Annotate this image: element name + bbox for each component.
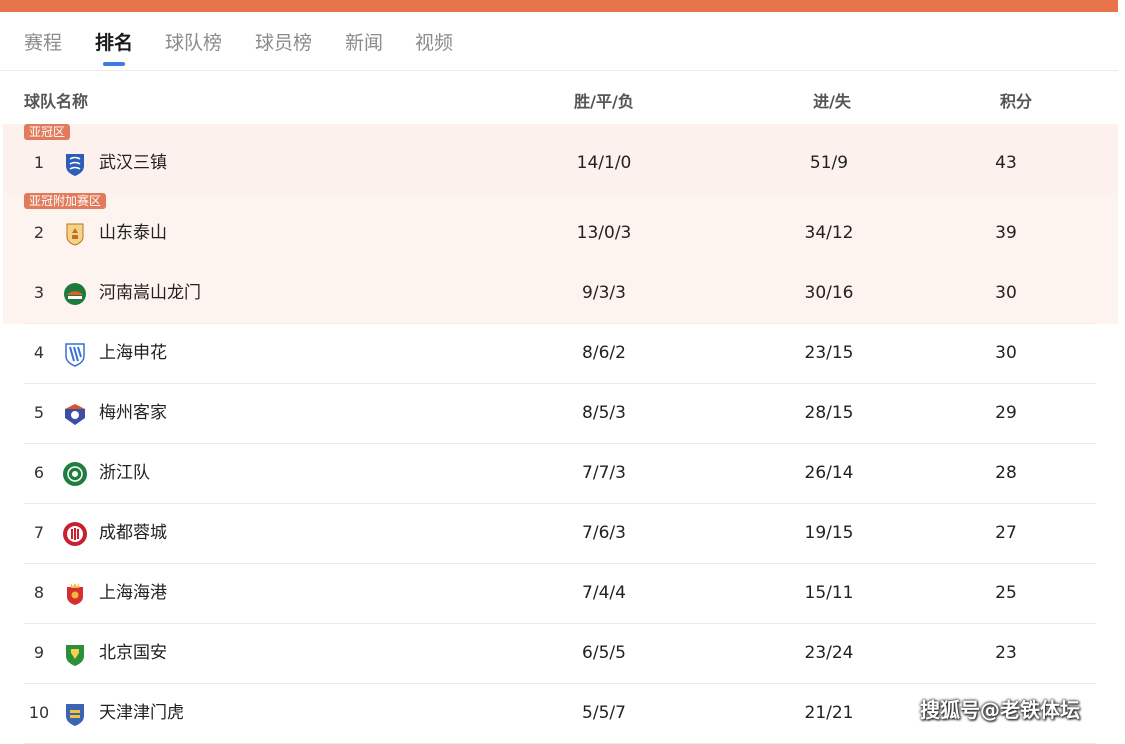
goals-for-against: 51/9: [809, 153, 849, 173]
chengdu-rongcheng-logo-icon: [62, 521, 88, 547]
top-accent-bar: [0, 0, 1118, 12]
goals-for-against: 23/15: [804, 343, 854, 363]
points: 27: [995, 523, 1017, 543]
points: 39: [995, 223, 1017, 243]
table-row[interactable]: 9 北京国安 6/5/5 23/24 23: [24, 623, 1096, 684]
team-name[interactable]: 上海海港: [99, 563, 167, 623]
win-draw-loss: 5/5/7: [582, 703, 626, 723]
goals-for-against: 26/14: [804, 463, 854, 483]
goals-for-against: 28/15: [804, 403, 854, 423]
team-name[interactable]: 河南嵩山龙门: [99, 263, 201, 323]
tab-video[interactable]: 视频: [415, 28, 453, 55]
rank-number: 8: [33, 583, 45, 602]
team-name[interactable]: 天津津门虎: [99, 683, 184, 743]
tab-team-rankings[interactable]: 球队榜: [165, 28, 222, 55]
header-team: 球队名称: [24, 92, 89, 111]
table-row[interactable]: 8 上海海港 7/4/4 15/11 25: [24, 563, 1096, 624]
win-draw-loss: 9/3/3: [582, 283, 626, 303]
shandong-taishan-logo-icon: [62, 221, 88, 247]
rank-number: 4: [33, 343, 45, 362]
active-tab-indicator: [103, 62, 125, 66]
table-row[interactable]: 1 武汉三镇 14/1/0 51/9 43: [24, 133, 1096, 193]
goals-for-against: 21/21: [804, 703, 854, 723]
tab-player-rankings[interactable]: 球员榜: [255, 28, 312, 55]
goals-for-against: 15/11: [804, 583, 854, 603]
table-header: 球队名称 胜/平/负 进/失 积分: [0, 72, 1118, 124]
rank-number: 10: [28, 703, 50, 722]
win-draw-loss: 7/6/3: [582, 523, 626, 543]
tianjin-jinmen-tiger-logo-icon: [62, 701, 88, 727]
points: 25: [995, 583, 1017, 603]
win-draw-loss: 6/5/5: [582, 643, 626, 663]
table-row[interactable]: 5 梅州客家 8/5/3 28/15 29: [24, 383, 1096, 444]
points: 23: [995, 643, 1017, 663]
rank-number: 7: [33, 523, 45, 542]
goals-for-against: 30/16: [804, 283, 854, 303]
win-draw-loss: 8/5/3: [582, 403, 626, 423]
wuhan-three-towns-logo-icon: [62, 151, 88, 177]
team-name[interactable]: 武汉三镇: [99, 133, 167, 193]
tab-news[interactable]: 新闻: [345, 28, 383, 55]
table-row[interactable]: 4 上海申花 8/6/2 23/15 30: [24, 323, 1096, 384]
team-name[interactable]: 山东泰山: [99, 203, 167, 263]
watermark: 搜狐号@老铁体坛: [920, 698, 1080, 722]
goals-for-against: 19/15: [804, 523, 854, 543]
rank-number: 6: [33, 463, 45, 482]
team-name[interactable]: 上海申花: [99, 323, 167, 383]
table-row[interactable]: 7 成都蓉城 7/6/3 19/15 27: [24, 503, 1096, 564]
table-row[interactable]: 2 山东泰山 13/0/3 34/12 39: [24, 203, 1096, 263]
beijing-guoan-logo-icon: [62, 641, 88, 667]
points: 30: [995, 283, 1017, 303]
tab-standings[interactable]: 排名: [95, 28, 133, 55]
shanghai-port-logo-icon: [62, 581, 88, 607]
header-wdl: 胜/平/负: [574, 92, 634, 111]
header-points: 积分: [999, 92, 1032, 111]
rank-number: 9: [33, 643, 45, 662]
header-goals: 进/失: [813, 92, 851, 111]
win-draw-loss: 13/0/3: [576, 223, 632, 243]
rank-number: 3: [33, 283, 45, 302]
tab-schedule[interactable]: 赛程: [24, 28, 62, 55]
rank-number: 2: [33, 223, 45, 242]
table-row[interactable]: 3 河南嵩山龙门 9/3/3 30/16 30: [24, 263, 1096, 324]
points: 29: [995, 403, 1017, 423]
points: 43: [995, 153, 1017, 173]
tab-bar: 赛程 排名 球队榜 球员榜 新闻 视频: [0, 28, 1118, 71]
rank-number: 5: [33, 403, 45, 422]
points: 28: [995, 463, 1017, 483]
rank-number: 1: [33, 153, 45, 172]
zhejiang-logo-icon: [62, 461, 88, 487]
win-draw-loss: 7/4/4: [582, 583, 626, 603]
team-name[interactable]: 浙江队: [99, 443, 150, 503]
table-row[interactable]: 6 浙江队 7/7/3 26/14 28: [24, 443, 1096, 504]
win-draw-loss: 8/6/2: [582, 343, 626, 363]
goals-for-against: 34/12: [804, 223, 854, 243]
shanghai-shenhua-logo-icon: [62, 341, 88, 367]
meizhou-hakka-logo-icon: [62, 401, 88, 427]
win-draw-loss: 14/1/0: [576, 153, 632, 173]
team-name[interactable]: 北京国安: [99, 623, 167, 683]
team-name[interactable]: 成都蓉城: [99, 503, 167, 563]
goals-for-against: 23/24: [804, 643, 854, 663]
win-draw-loss: 7/7/3: [582, 463, 626, 483]
team-name[interactable]: 梅州客家: [99, 383, 167, 443]
points: 30: [995, 343, 1017, 363]
henan-songshan-longmen-logo-icon: [62, 281, 88, 307]
